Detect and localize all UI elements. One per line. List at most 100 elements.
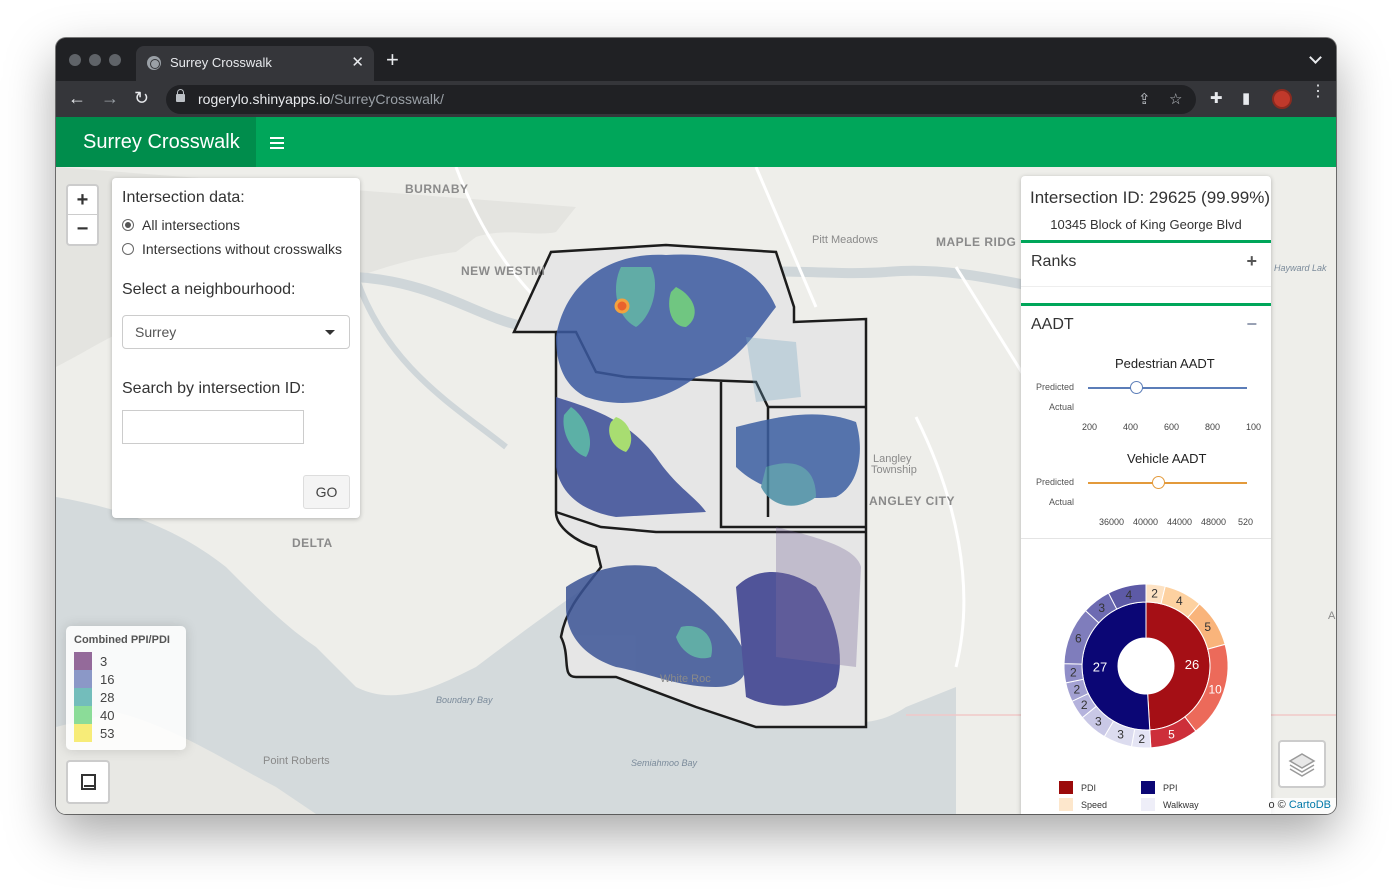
pedestrian-tick: 100 — [1246, 422, 1262, 432]
legend-item: 40 — [74, 706, 178, 724]
vehicle-predicted-handle[interactable] — [1152, 476, 1165, 489]
legend-item: 28 — [74, 688, 178, 706]
pedestrian-tick: 400 — [1123, 422, 1139, 432]
profile-avatar[interactable] — [1272, 89, 1292, 109]
pedestrian-aadt-title: Pedestrian AADT — [1115, 356, 1215, 371]
legend-item: 3 — [74, 652, 178, 670]
tab-close-icon[interactable]: ✕ — [351, 53, 364, 71]
legend-swatch — [74, 706, 92, 724]
reload-icon[interactable]: ↻ — [134, 88, 149, 108]
address-bar[interactable]: rogerylo.shinyapps.io/SurreyCrosswalk/ ⇪… — [166, 85, 1196, 114]
pedestrian-predicted-label: Predicted — [1036, 382, 1075, 392]
browser-toolbar: ← → ↻ rogerylo.shinyapps.io/SurreyCrossw… — [56, 81, 1336, 117]
pedestrian-actual-label: Actual — [1049, 402, 1075, 412]
donut-legend-item: Walkway — [1141, 798, 1199, 811]
pedestrian-predicted-handle[interactable] — [1130, 381, 1143, 394]
filter-panel: Intersection data: All intersections Int… — [112, 178, 360, 518]
map-label-delta: DELTA — [292, 536, 333, 550]
browser-tab[interactable]: Surrey Crosswalk ✕ — [136, 46, 374, 81]
zoom-in-button[interactable]: + — [68, 186, 97, 215]
radio-without-crosswalks[interactable]: Intersections without crosswalks — [122, 241, 350, 257]
forward-arrow-icon[interactable]: → — [101, 88, 119, 108]
river-branch — [353, 276, 508, 450]
url-text: rogerylo.shinyapps.io/SurreyCrosswalk/ — [198, 91, 444, 107]
outer-label: 3 — [1095, 714, 1102, 728]
map-label-langley-city: ANGLEY CITY — [869, 494, 955, 508]
map-view[interactable]: BURNABY NEW WESTMI Pitt Meadows MAPLE RI… — [56, 167, 1336, 814]
legend-swatch — [74, 670, 92, 688]
outer-label: 3 — [1117, 727, 1124, 741]
radio-selected-icon[interactable] — [122, 219, 134, 231]
outer-label: 5 — [1168, 727, 1175, 741]
map-label-boundary-bay: Boundary Bay — [436, 695, 493, 705]
map-legend: Combined PPI/PDI 3 16 28 40 53 — [66, 626, 186, 750]
toggle-panel-button[interactable] — [66, 760, 110, 804]
outer-label: 4 — [1126, 588, 1133, 602]
close-window-button[interactable] — [69, 54, 81, 66]
radio-without-label: Intersections without crosswalks — [142, 241, 342, 257]
layers-button[interactable] — [1278, 740, 1326, 788]
vehicle-tick: 48000 — [1201, 517, 1227, 527]
extensions-puzzle-icon[interactable]: ✚ — [1210, 89, 1223, 107]
legend-swatch — [74, 652, 92, 670]
side-panel-icon[interactable]: ▮ — [1242, 89, 1250, 107]
back-arrow-icon[interactable]: ← — [68, 88, 86, 108]
donut-legend-item: PPI — [1141, 781, 1178, 794]
legend-title: Combined PPI/PDI — [74, 634, 170, 646]
vehicle-aadt-title: Vehicle AADT — [1127, 451, 1207, 466]
tab-search-chevron-icon[interactable] — [1309, 51, 1322, 64]
browser-window: Surrey Crosswalk ✕ + ← → ↻ rogerylo.shin… — [56, 38, 1336, 814]
chevron-down-icon — [325, 330, 335, 335]
pedestrian-tick: 200 — [1082, 422, 1098, 432]
outer-label: 2 — [1081, 698, 1088, 712]
legend-swatch — [74, 688, 92, 706]
intersection-data-heading: Intersection data: — [122, 189, 245, 206]
neighbourhood-select[interactable]: Surrey — [122, 315, 350, 349]
cartodb-link[interactable]: CartoDB — [1289, 799, 1331, 811]
map-label-point-roberts: Point Roberts — [263, 755, 330, 767]
vehicle-predicted-label: Predicted — [1036, 477, 1075, 487]
vehicle-predicted-track — [1088, 482, 1247, 484]
ppi-pdi-donut-chart: 2627245105233222634 — [1063, 583, 1229, 749]
maximize-window-button[interactable] — [109, 54, 121, 66]
ranks-header[interactable]: Ranks + — [1021, 243, 1271, 281]
map-label-new-westminster: NEW WESTMI — [461, 264, 546, 278]
expand-plus-icon[interactable]: + — [1246, 251, 1257, 272]
map-label-pitt-meadows: Pitt Meadows — [812, 234, 879, 246]
legend-swatch — [74, 724, 92, 742]
collapse-minus-icon[interactable]: − — [1246, 314, 1257, 335]
intersection-id-input[interactable] — [122, 410, 304, 444]
selected-intersection-marker[interactable] — [614, 298, 630, 314]
map-label-langley-2: Township — [871, 464, 917, 476]
bookmark-star-icon[interactable]: ☆ — [1169, 90, 1182, 108]
map-label-semiahmoo-bay: Semiahmoo Bay — [631, 758, 698, 768]
panel-icon — [81, 774, 96, 790]
sidebar-toggle-icon[interactable] — [270, 137, 284, 152]
minimize-window-button[interactable] — [89, 54, 101, 66]
radio-all-intersections[interactable]: All intersections — [122, 217, 350, 233]
outer-label: 4 — [1176, 594, 1183, 608]
new-tab-button[interactable]: + — [386, 49, 399, 71]
pedestrian-tick: 800 — [1205, 422, 1221, 432]
globe-icon — [147, 56, 161, 70]
donut-legend-swatch — [1141, 781, 1155, 794]
donut-legend-item: Speed — [1059, 798, 1107, 811]
app-brand[interactable]: Surrey Crosswalk — [56, 117, 256, 167]
browser-menu-icon[interactable]: ⋮ — [1310, 84, 1326, 100]
outer-label: 2 — [1151, 587, 1158, 601]
aadt-header[interactable]: AADT − — [1021, 306, 1271, 344]
aadt-box: AADT − Pedestrian AADT Predicted Actual … — [1021, 303, 1271, 538]
zoom-out-button[interactable]: − — [68, 215, 97, 244]
share-icon[interactable]: ⇪ — [1138, 90, 1151, 108]
vehicle-tick: 44000 — [1167, 517, 1193, 527]
search-heading: Search by intersection ID: — [122, 380, 306, 397]
go-button[interactable]: GO — [303, 475, 350, 509]
donut-legend-item: PDI — [1059, 781, 1096, 794]
map-label-hayward: Hayward Lak — [1274, 263, 1327, 273]
radio-unselected-icon[interactable] — [122, 243, 134, 255]
outer-label: 5 — [1204, 620, 1211, 634]
donut-legend-swatch — [1141, 798, 1155, 811]
legend-item: 16 — [74, 670, 178, 688]
lock-icon — [176, 89, 185, 102]
ranks-label: Ranks — [1031, 253, 1077, 270]
